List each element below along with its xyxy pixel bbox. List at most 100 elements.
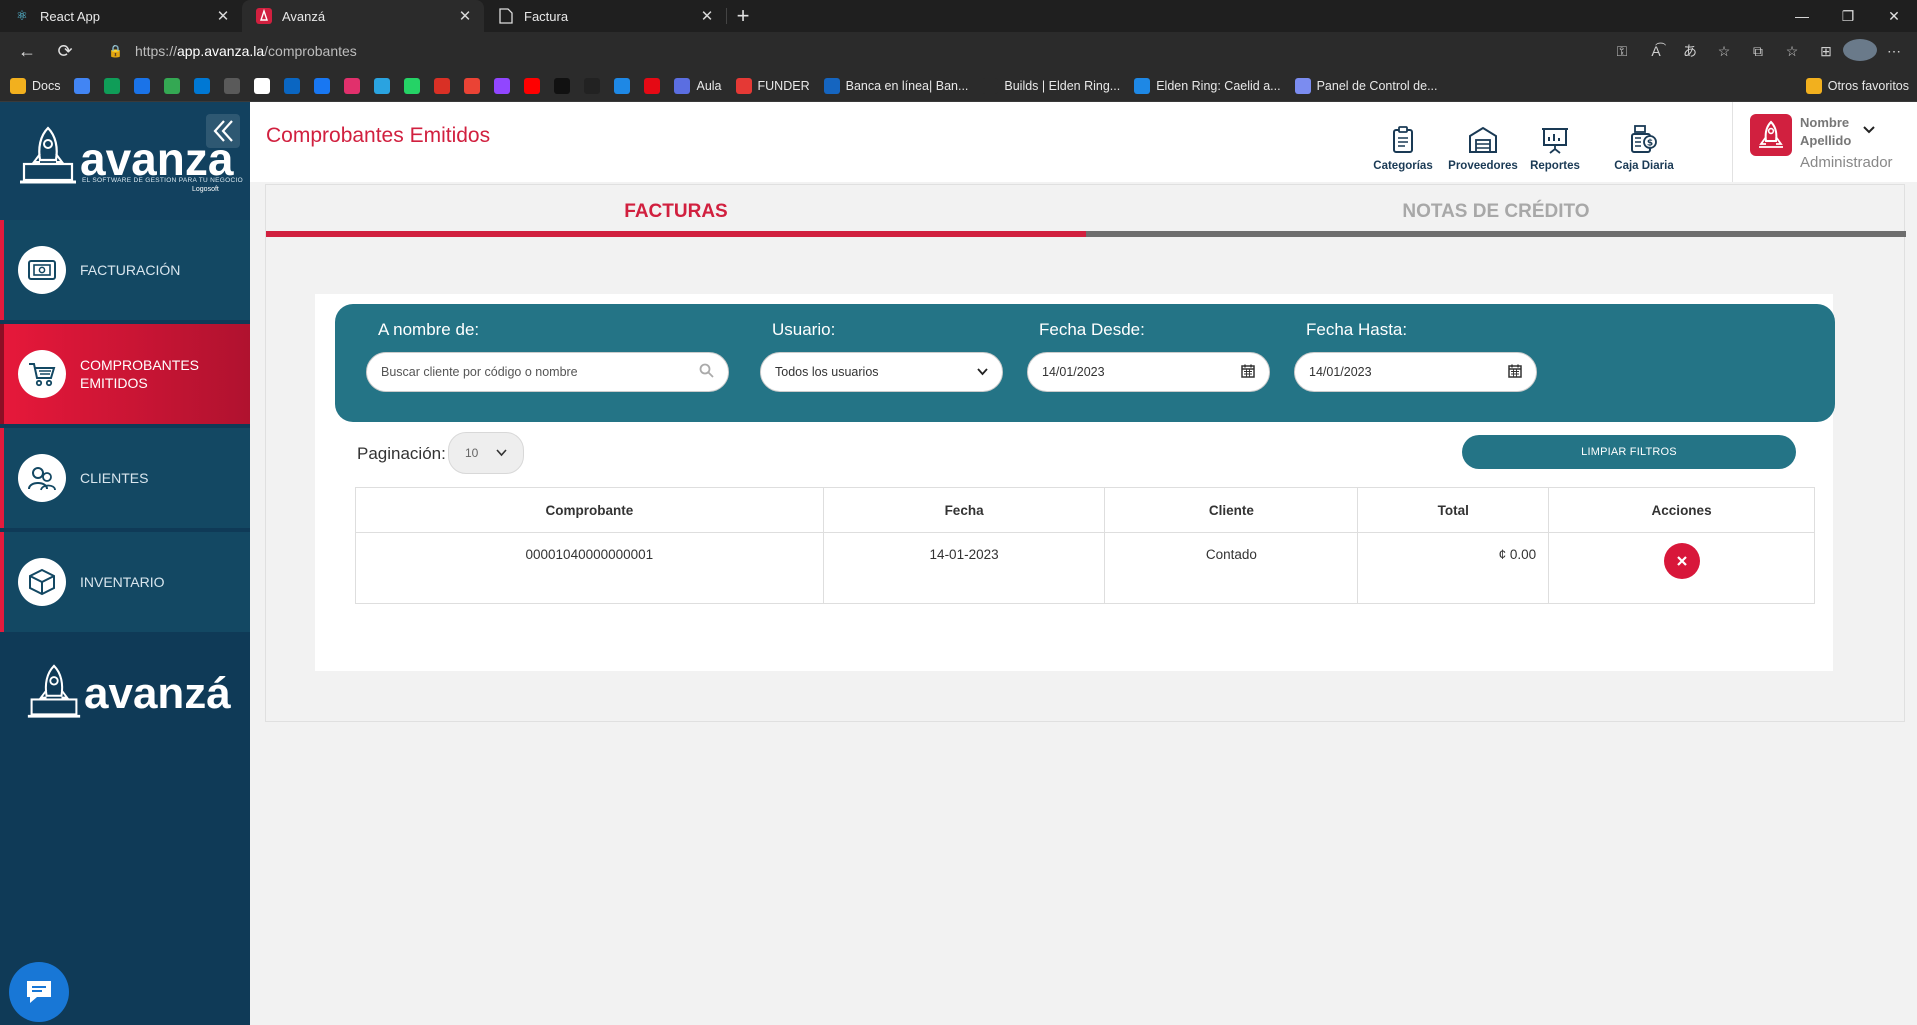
client-search-input[interactable]: Buscar cliente por código o nombre: [366, 352, 729, 392]
bookmark-item[interactable]: [314, 77, 331, 94]
sidebar-item-clientes[interactable]: CLIENTES: [0, 428, 250, 528]
proveedores-button[interactable]: Proveedores: [1443, 112, 1523, 172]
pagination-select[interactable]: 10: [448, 432, 524, 474]
bookmark-item[interactable]: [464, 77, 481, 94]
bookmark-item[interactable]: [554, 77, 571, 94]
reportes-button[interactable]: Reportes: [1515, 112, 1595, 172]
table-header-row: Comprobante Fecha Cliente Total Acciones: [355, 487, 1815, 533]
lock-icon: 🔒: [108, 44, 123, 58]
chevron-down-icon[interactable]: [1862, 122, 1876, 138]
logo-brand: Logosoft: [192, 186, 219, 193]
user-select-value: Todos los usuarios: [775, 365, 879, 379]
bookmark-item[interactable]: Docs: [10, 77, 60, 94]
bookmark-item[interactable]: Aula: [674, 77, 722, 94]
bookmark-item[interactable]: Panel de Control de...: [1294, 77, 1438, 94]
categorias-button[interactable]: Categorías: [1363, 112, 1443, 172]
close-tab-icon[interactable]: ✕: [214, 7, 232, 25]
bookmark-item[interactable]: Banca en línea| Ban...: [823, 77, 968, 94]
bookmark-favicon-icon: [735, 77, 752, 94]
cancel-invoice-button[interactable]: [1663, 543, 1700, 579]
bookmark-item[interactable]: [524, 77, 541, 94]
sidebar-item-comprobantes[interactable]: COMPROBANTES EMITIDOS: [0, 324, 250, 424]
date-to-label: Fecha Hasta:: [1306, 320, 1408, 339]
browser-tab-factura[interactable]: Factura ✕: [484, 0, 726, 32]
browser-tab-avanza[interactable]: Avanzá ✕: [242, 0, 484, 32]
browser-tab-react-app[interactable]: ⚛ React App ✕: [0, 0, 242, 32]
table-row[interactable]: 00001040000000001 14-01-2023 Contado ¢ 0…: [355, 532, 1815, 604]
bookmark-item[interactable]: [374, 77, 391, 94]
favorite-add-icon[interactable]: ☆: [1707, 43, 1741, 60]
bookmark-favicon-icon: [134, 77, 151, 94]
cell-fecha: 14-01-2023: [822, 532, 1106, 604]
reload-icon[interactable]: ⟳: [46, 32, 84, 70]
caja-diaria-label: Caja Diaria: [1614, 160, 1674, 172]
sidebar-item-facturacion[interactable]: FACTURACIÓN: [0, 220, 250, 320]
bookmark-item[interactable]: [194, 77, 211, 94]
bookmark-item[interactable]: FUNDER: [735, 77, 810, 94]
read-aloud-icon[interactable]: A͡: [1639, 43, 1673, 59]
new-tab-icon[interactable]: +: [727, 0, 759, 32]
bookmark-item[interactable]: [614, 77, 631, 94]
logo-wordmark: avanzá: [84, 669, 231, 718]
minimize-icon[interactable]: —: [1779, 0, 1825, 32]
extensions-icon[interactable]: ⧉: [1741, 43, 1775, 60]
key-icon[interactable]: ⚿: [1605, 43, 1639, 60]
bookmark-item[interactable]: [404, 77, 421, 94]
bookmark-item[interactable]: [494, 77, 511, 94]
more-icon[interactable]: ⋯: [1877, 43, 1911, 60]
sidebar-item-inventario[interactable]: INVENTARIO: [0, 532, 250, 632]
bookmark-favicon-icon: [314, 77, 331, 94]
bookmark-item[interactable]: [224, 77, 241, 94]
bookmark-item[interactable]: [164, 77, 181, 94]
bookmark-favicon-icon: [10, 77, 26, 94]
comprobantes-table: Comprobante Fecha Cliente Total Acciones…: [355, 487, 1815, 604]
calendar-icon[interactable]: [1241, 364, 1255, 381]
close-tab-icon[interactable]: ✕: [456, 7, 474, 25]
bookmark-other-favorites[interactable]: Otros favoritos: [1805, 77, 1909, 94]
close-tab-icon[interactable]: ✕: [698, 7, 716, 25]
user-select[interactable]: Todos los usuarios: [760, 352, 1003, 392]
bookmark-item[interactable]: [74, 77, 91, 94]
bookmark-item[interactable]: [134, 77, 151, 94]
window-close-icon[interactable]: ✕: [1871, 0, 1917, 32]
clear-filters-button[interactable]: LIMPIAR FILTROS: [1462, 435, 1796, 469]
date-to-value: 14/01/2023: [1309, 365, 1372, 379]
chat-icon[interactable]: [9, 962, 69, 1022]
url-field[interactable]: 🔒 https:// app.avanza.la /comprobantes: [108, 43, 357, 59]
date-to-input[interactable]: 14/01/2023: [1294, 352, 1537, 392]
restore-icon[interactable]: ❐: [1825, 0, 1871, 32]
column-header-total[interactable]: Total: [1357, 487, 1550, 533]
collections-icon[interactable]: ⊞: [1809, 43, 1843, 60]
bookmark-label: Panel de Control de...: [1316, 78, 1438, 93]
column-header-fecha[interactable]: Fecha: [822, 487, 1106, 533]
translate-icon[interactable]: あ: [1673, 41, 1707, 61]
app-root: avanza EL SOFTWARE DE GESTION PARA TU NE…: [0, 102, 1917, 1025]
bookmark-item[interactable]: [254, 77, 271, 94]
profile-avatar[interactable]: [1843, 38, 1877, 64]
bookmark-item[interactable]: [434, 77, 451, 94]
bookmark-item[interactable]: [644, 77, 661, 94]
top-header: Comprobantes Emitidos Categorías Proveed…: [250, 102, 1917, 182]
url-scheme: https://: [134, 43, 177, 59]
bookmark-item[interactable]: [284, 77, 301, 94]
favorites-icon[interactable]: ☆: [1775, 43, 1809, 60]
search-icon: [699, 363, 714, 381]
categorias-label: Categorías: [1373, 160, 1433, 172]
bookmark-item[interactable]: Elden Ring: Caelid a...: [1134, 77, 1281, 94]
calendar-icon[interactable]: [1508, 364, 1522, 381]
back-icon[interactable]: ←: [8, 32, 46, 70]
bookmark-item[interactable]: [104, 77, 121, 94]
collapse-sidebar-icon[interactable]: [206, 114, 240, 148]
user-menu[interactable]: Nombre Apellido Administrador: [1750, 112, 1910, 172]
bookmark-favicon-icon: [674, 77, 691, 94]
caja-diaria-button[interactable]: $ Caja Diaria: [1604, 112, 1684, 172]
bookmark-item[interactable]: [344, 77, 361, 94]
bookmark-favicon-icon: [524, 77, 541, 94]
date-from-input[interactable]: 14/01/2023: [1027, 352, 1270, 392]
bookmark-item[interactable]: Builds | Elden Ring...: [982, 77, 1120, 94]
cell-acciones: [1548, 532, 1815, 604]
avanza-logo-bottom: avanzá: [26, 662, 231, 722]
column-header-cliente[interactable]: Cliente: [1104, 487, 1359, 533]
column-header-comprobante[interactable]: Comprobante: [355, 487, 824, 533]
bookmark-item[interactable]: [584, 77, 601, 94]
